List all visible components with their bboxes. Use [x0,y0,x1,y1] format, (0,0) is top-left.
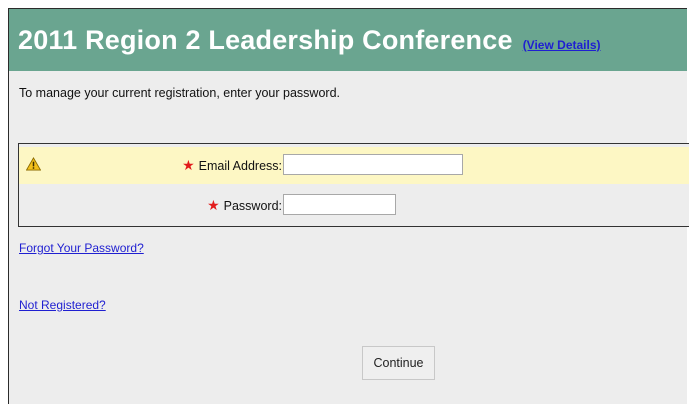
warning-icon [26,157,41,171]
email-label-group: ★ Email Address: [179,157,282,174]
email-label: Email Address: [198,159,282,173]
login-form: ★ Email Address: ★ Password: [18,143,689,227]
password-label: Password: [223,199,282,213]
page-frame: 2011 Region 2 Leadership Conference (Vie… [8,8,689,404]
forgot-password-link[interactable]: Forgot Your Password? [19,241,144,255]
page-title: 2011 Region 2 Leadership Conference [18,24,513,55]
email-field[interactable] [283,154,463,175]
required-star-icon: ★ [207,197,220,213]
not-registered-link[interactable]: Not Registered? [19,298,106,312]
view-details-link[interactable]: (View Details) [523,38,601,52]
password-field[interactable] [283,194,396,215]
required-star-icon: ★ [182,157,195,173]
continue-button[interactable]: Continue [362,346,435,380]
password-label-group: ★ Password: [202,197,282,214]
email-row: ★ Email Address: [19,147,689,184]
intro-text: To manage your current registration, ent… [19,86,340,100]
page-header: 2011 Region 2 Leadership Conference (Vie… [9,9,687,71]
